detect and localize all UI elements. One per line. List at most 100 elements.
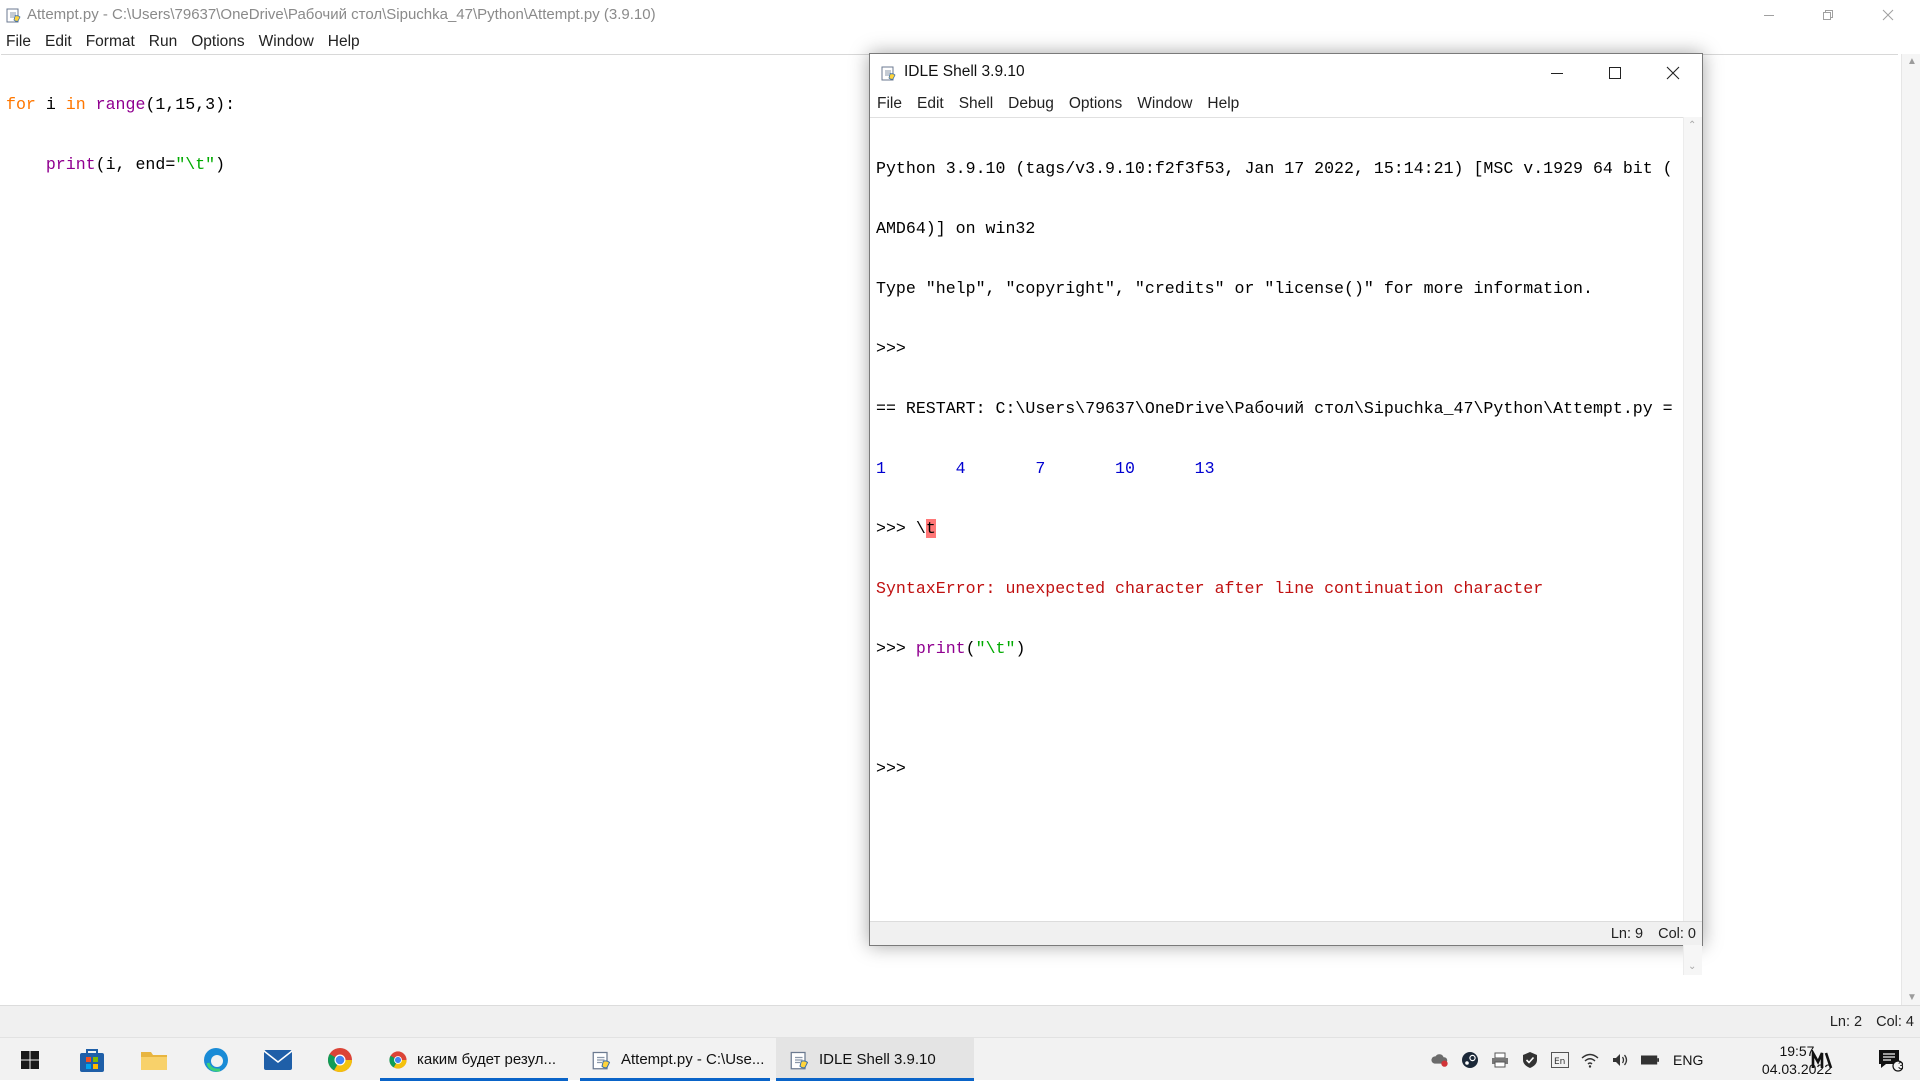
code-args: (1,15,3): xyxy=(145,95,236,114)
menu-edit[interactable]: Edit xyxy=(909,92,951,116)
menu-help[interactable]: Help xyxy=(1200,92,1247,116)
windows-icon xyxy=(21,1050,39,1069)
tray-app-button[interactable] xyxy=(1792,1038,1852,1081)
editor-statusbar: Ln: 2 Col: 4 xyxy=(0,1005,1920,1037)
restore-icon xyxy=(1823,10,1833,20)
scroll-down-icon[interactable]: ⌄ xyxy=(1688,961,1696,972)
app-logo-icon xyxy=(1811,1049,1833,1068)
language-indicator[interactable]: ENG xyxy=(1673,1052,1703,1068)
prompt: >>> xyxy=(876,519,916,538)
printer-icon[interactable] xyxy=(1491,1051,1509,1069)
notifications-button[interactable]: 3 xyxy=(1860,1038,1920,1081)
close-button[interactable] xyxy=(1644,54,1702,91)
chrome-icon xyxy=(389,1050,407,1069)
maximize-button[interactable] xyxy=(1586,54,1644,91)
start-button[interactable] xyxy=(0,1038,60,1081)
onedrive-error-icon[interactable] xyxy=(1431,1051,1449,1069)
editor-column-number: Col: 4 xyxy=(1876,1014,1914,1030)
taskbar-app-label: каким будет резул... xyxy=(417,1051,557,1068)
folder-icon xyxy=(141,1051,167,1070)
store-icon xyxy=(80,1048,104,1072)
error-highlight: t xyxy=(925,519,936,538)
scroll-up-icon[interactable]: ⌃ xyxy=(1688,120,1696,131)
system-tray: En ENG xyxy=(1425,1038,1711,1081)
keyword-for: for xyxy=(6,95,36,114)
code-string: "\t" xyxy=(975,639,1016,658)
menu-options[interactable]: Options xyxy=(184,31,251,53)
editor-scrollbar[interactable]: ▲ ▼ xyxy=(1901,54,1920,1005)
svg-text:En: En xyxy=(1554,1057,1565,1067)
shell-line-number: Ln: 9 xyxy=(1610,926,1644,942)
minimize-icon xyxy=(1764,15,1774,16)
builtin-print: print xyxy=(45,155,96,174)
input-line: >>> print("\t") xyxy=(876,639,1673,659)
code-args: (i, end= xyxy=(95,155,176,174)
menu-edit[interactable]: Edit xyxy=(38,31,79,53)
python-idle-icon xyxy=(6,8,21,23)
error-message: SyntaxError: unexpected character after … xyxy=(876,579,1544,598)
close-button[interactable] xyxy=(1860,0,1916,30)
menu-debug[interactable]: Debug xyxy=(1001,92,1062,116)
taskbar-app-label: Attempt.py - C:\Use... xyxy=(621,1051,765,1068)
code-line-2: print(i, end="\t") xyxy=(6,155,235,175)
editor-menubar: File Edit Format Run Options Window Help xyxy=(0,31,1920,53)
menu-window[interactable]: Window xyxy=(252,31,321,53)
input-indicator-icon[interactable]: En xyxy=(1551,1051,1569,1069)
scroll-down-icon[interactable]: ▼ xyxy=(1907,992,1917,1003)
wifi-icon[interactable] xyxy=(1581,1051,1599,1069)
chrome-button[interactable] xyxy=(310,1038,370,1081)
taskbar-app-editor[interactable]: Attempt.py - C:\Use... xyxy=(580,1038,770,1081)
python-idle-icon xyxy=(881,66,896,81)
menu-format[interactable]: Format xyxy=(79,31,142,53)
mail-button[interactable] xyxy=(248,1038,308,1081)
shell-scrollbar[interactable]: ⌃ ⌄ xyxy=(1683,117,1702,975)
prompt-line[interactable]: >>> xyxy=(876,759,1673,779)
notification-count: 3 xyxy=(1898,1061,1904,1072)
store-button[interactable] xyxy=(62,1038,122,1081)
editor-title: Attempt.py - C:\Users\79637\OneDrive\Раб… xyxy=(27,6,656,23)
editor-code: for i in range(1,15,3): print(i, end="\t… xyxy=(6,55,235,215)
steam-icon[interactable] xyxy=(1461,1051,1479,1069)
edge-button[interactable] xyxy=(186,1038,246,1081)
menu-file[interactable]: File xyxy=(870,92,909,116)
restart-line: == RESTART: C:\Users\79637\OneDrive\Рабо… xyxy=(876,399,1673,418)
menu-options[interactable]: Options xyxy=(1061,92,1129,116)
keyword-in: in xyxy=(65,95,86,114)
taskbar: каким будет резул... Attempt.py - C:\Use… xyxy=(0,1037,1920,1081)
program-output: 1 4 7 10 13 xyxy=(876,459,1215,478)
shell-titlebar[interactable]: IDLE Shell 3.9.10 xyxy=(870,54,1702,91)
close-icon xyxy=(1882,9,1894,21)
taskbar-app-shell[interactable]: IDLE Shell 3.9.10 xyxy=(776,1038,974,1081)
mail-icon xyxy=(263,1049,293,1070)
close-icon xyxy=(1666,66,1680,79)
menu-run[interactable]: Run xyxy=(142,31,184,53)
scroll-up-icon[interactable]: ▲ xyxy=(1907,56,1917,67)
file-explorer-button[interactable] xyxy=(124,1038,184,1081)
banner-line: Type "help", "copyright", "credits" or "… xyxy=(876,279,1593,298)
edge-icon xyxy=(204,1047,228,1072)
minimize-button[interactable] xyxy=(1741,0,1797,30)
volume-icon[interactable] xyxy=(1611,1051,1629,1069)
prompt-line: >>> xyxy=(876,339,916,358)
shell-menubar: File Edit Shell Debug Options Window Hel… xyxy=(870,92,1702,116)
menu-shell[interactable]: Shell xyxy=(951,92,1000,116)
shell-output: Python 3.9.10 (tags/v3.9.10:f2f3f53, Jan… xyxy=(876,119,1673,819)
maximize-icon xyxy=(1609,66,1621,79)
security-shield-icon[interactable] xyxy=(1521,1051,1539,1069)
shell-statusbar: Ln: 9 Col: 0 xyxy=(870,921,1702,945)
menu-help[interactable]: Help xyxy=(321,31,367,53)
blank-output-line: ​ xyxy=(876,699,1673,719)
menu-file[interactable]: File xyxy=(0,31,38,53)
menu-window[interactable]: Window xyxy=(1130,92,1200,116)
battery-icon[interactable] xyxy=(1641,1051,1659,1069)
taskbar-app-chrome[interactable]: каким будет резул... xyxy=(380,1038,568,1081)
chrome-icon xyxy=(327,1047,352,1072)
editor-line-number: Ln: 2 xyxy=(1829,1014,1863,1030)
code-line-1: for i in range(1,15,3): xyxy=(6,95,235,115)
restore-button[interactable] xyxy=(1800,0,1856,30)
editor-titlebar[interactable]: Attempt.py - C:\Users\79637\OneDrive\Раб… xyxy=(0,0,1920,30)
minimize-button[interactable] xyxy=(1528,54,1586,91)
code-string: "\t" xyxy=(175,155,216,174)
